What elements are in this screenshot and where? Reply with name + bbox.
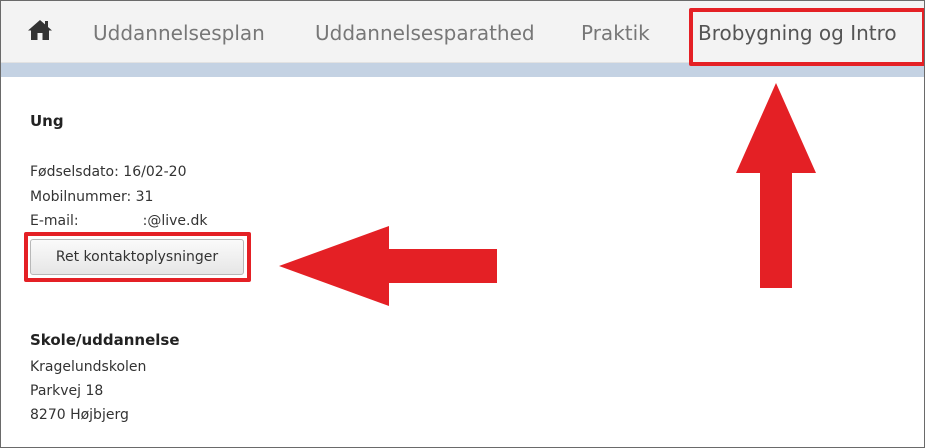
section-heading-school: Skole/uddannelse: [30, 331, 180, 349]
nav-item-brobygning-og-intro[interactable]: Brobygning og Intro: [698, 20, 897, 46]
section-heading-ung: Ung: [30, 112, 64, 130]
school-name-text: Kragelundskolen: [30, 359, 147, 375]
home-icon[interactable]: [27, 17, 53, 43]
school-street-text: Parkvej 18: [30, 383, 104, 399]
phone-text: Mobilnummer: 31: [30, 189, 154, 205]
up-arrow-icon: [736, 83, 816, 288]
email-row: E-mail: :@live.dk: [30, 213, 207, 229]
left-arrow-icon: [279, 226, 497, 306]
app-window: Uddannelsesplan Uddannelsesparathed Prak…: [0, 0, 925, 448]
nav-item-uddannelsesplan[interactable]: Uddannelsesplan: [93, 20, 265, 46]
email-label: E-mail:: [30, 213, 79, 229]
birthdate-text: Fødselsdato: 16/02-20: [30, 164, 187, 180]
header-strip: [1, 63, 924, 77]
edit-contact-info-button[interactable]: Ret kontaktoplysninger: [30, 239, 244, 275]
nav-item-uddannelsesparathed[interactable]: Uddannelsesparathed: [315, 20, 535, 46]
school-city-text: 8270 Højbjerg: [30, 407, 129, 423]
nav-item-praktik[interactable]: Praktik: [581, 20, 650, 46]
top-navigation-bar: Uddannelsesplan Uddannelsesparathed Prak…: [1, 1, 924, 63]
email-value: :@live.dk: [142, 213, 208, 229]
